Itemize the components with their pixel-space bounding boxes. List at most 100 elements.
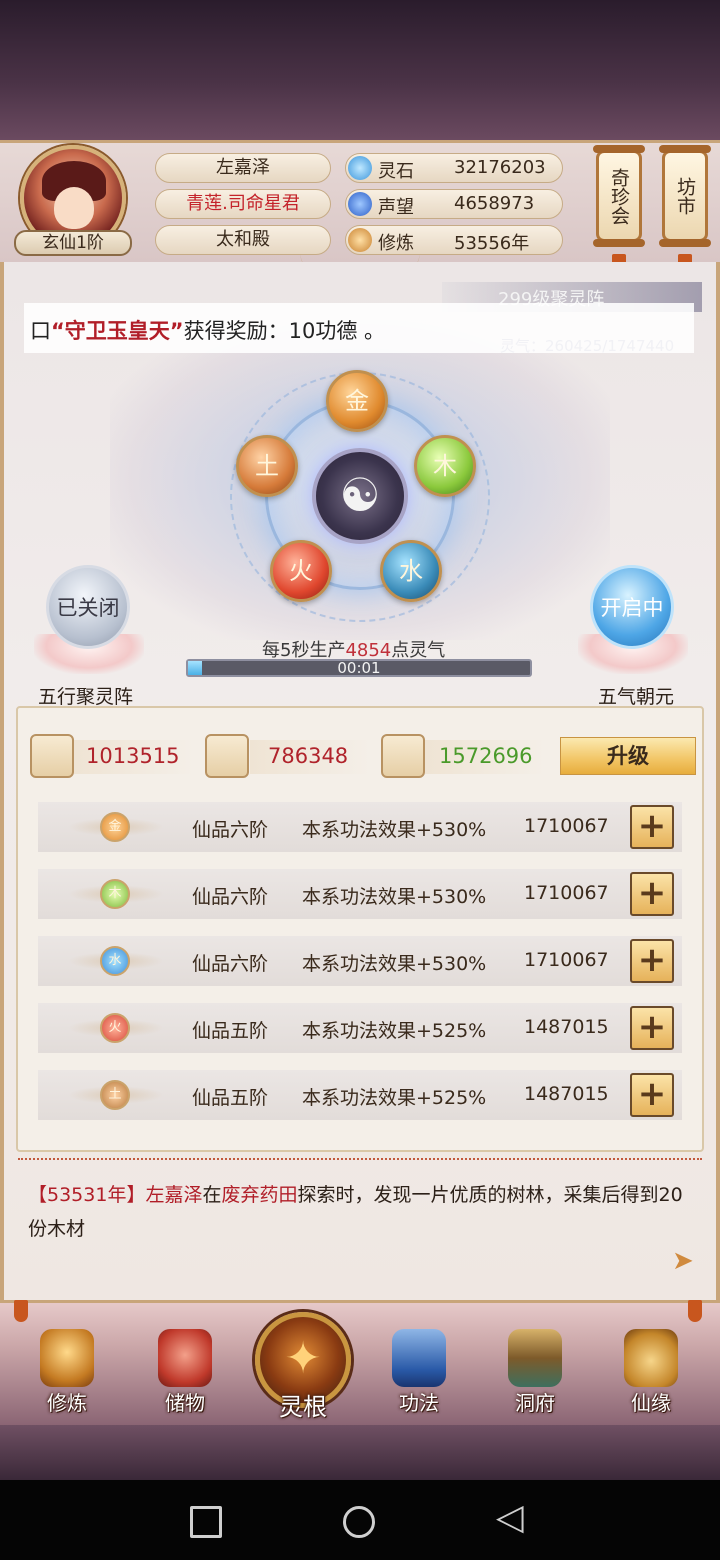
cave-dwelling-icon [508,1329,562,1387]
market-button[interactable]: 坊市 [659,145,711,247]
avatar-face [54,187,94,229]
upgrade-wood-button[interactable]: + [630,872,674,916]
production-progress-bar: 00:01 [186,659,532,677]
recent-apps-button[interactable] [190,1506,222,1538]
nav-cave[interactable]: 洞府 [490,1325,580,1415]
fire-element-icon: 火 [100,1013,130,1043]
tassel-ornament [688,1300,702,1322]
player-location: 太和殿 [155,225,331,255]
element-grade: 仙品五阶 [192,1087,269,1109]
resource-label: 灵石 [378,161,414,182]
top-band [0,0,720,140]
tassel-ornament [14,1300,28,1322]
scroll-material-icon [30,734,74,778]
event-log: 【53531年】左嘉泽在废弃药田探索时，发现一片优质的树林，采集后得到20份木材 [28,1178,698,1246]
fortune-gourd-icon [624,1329,678,1387]
log-connector: 在 [202,1184,222,1206]
upgrade-earth-button[interactable]: + [630,1073,674,1117]
nav-spirit-root[interactable]: 灵根 [258,1325,348,1421]
earth-orb[interactable]: 土 [236,435,298,497]
resource-label: 声望 [378,197,414,218]
upgrade-metal-button[interactable]: + [630,805,674,849]
nav-label: 灵根 [279,1393,327,1421]
wuqi-array-toggle[interactable]: 开启中 [590,565,674,649]
element-grade: 仙品六阶 [192,886,269,908]
resource-cultivation: 修炼 53556年 [345,225,563,255]
production-amount: 4854 [345,640,392,661]
resource-spirit-stone: 灵石 32176203 [345,153,563,183]
log-place: 废弃药田 [221,1184,298,1206]
water-orb[interactable]: 水 [380,540,442,602]
reputation-icon [348,192,372,216]
news-highlight: “守卫玉皇天” [51,319,184,343]
upgrade-water-button[interactable]: + [630,939,674,983]
upgrade-button[interactable]: 升级 [560,737,696,775]
nav-cultivate[interactable]: 修炼 [22,1325,112,1415]
element-row-wood: 木 仙品六阶 本系功法效果+530% 1710067 + [38,869,682,919]
element-cost: 1487015 [524,1083,609,1105]
material-scroll-count: 1013515 [86,744,180,768]
spirit-stone-icon [348,156,372,180]
home-button[interactable] [343,1506,375,1538]
production-timer: 00:01 [337,659,381,677]
technique-book-icon [392,1329,446,1387]
nav-storage[interactable]: 储物 [140,1325,230,1415]
cultivate-icon [40,1329,94,1387]
herb-material-icon [381,734,425,778]
fire-orb[interactable]: 火 [270,540,332,602]
taiji-center-icon[interactable]: ☯ [312,448,408,544]
player-name: 左嘉泽 [155,153,331,183]
wood-element-icon: 木 [100,879,130,909]
news-body: 获得奖励：10功德 。 [183,319,386,343]
element-cost: 1487015 [524,1016,609,1038]
element-grade: 仙品五阶 [192,1020,269,1042]
metal-orb[interactable]: 金 [326,370,388,432]
element-row-fire: 火 仙品五阶 本系功法效果+525% 1487015 + [38,1003,682,1053]
water-element-icon: 水 [100,946,130,976]
nav-label: 储物 [165,1391,205,1415]
news-text: 口“守卫玉皇天”获得奖励：10功德 。 [30,315,385,345]
wood-material-icon [205,734,249,778]
nav-technique[interactable]: 功法 [374,1325,464,1415]
production-prefix: 每5秒生产 [262,640,346,661]
storage-bag-icon [158,1329,212,1387]
element-effect: 本系功法效果+530% [302,953,487,975]
element-row-earth: 土 仙品五阶 本系功法效果+525% 1487015 + [38,1070,682,1120]
log-year: 【53531年】 [28,1184,146,1206]
resource-label: 修炼 [378,233,414,254]
rank-tag: 玄仙1阶 [14,230,132,256]
element-row-metal: 金 仙品六阶 本系功法效果+530% 1710067 + [38,802,682,852]
resource-value: 4658973 [454,193,535,214]
player-title[interactable]: 青莲.司命星君 [155,189,331,219]
news-prefix: 口 [30,319,51,343]
element-row-water: 水 仙品六阶 本系功法效果+530% 1710067 + [38,936,682,986]
element-cost: 1710067 [524,949,609,971]
element-effect: 本系功法效果+525% [302,1020,487,1042]
element-effect: 本系功法效果+530% [302,819,487,841]
log-name: 左嘉泽 [145,1184,203,1206]
wuqi-array-label: 五气朝元 [598,686,675,708]
back-button[interactable]: ◁ [496,1500,532,1536]
wuxing-array-toggle[interactable]: 已关闭 [46,565,130,649]
meditation-icon [348,228,372,252]
production-suffix: 点灵气 [391,640,446,661]
earth-element-icon: 土 [100,1080,130,1110]
resource-value: 32176203 [454,157,546,178]
treasure-fair-button[interactable]: 奇珍会 [593,145,645,247]
upgrade-fire-button[interactable]: + [630,1006,674,1050]
wuxing-array-label: 五行聚灵阵 [38,686,134,708]
wood-orb[interactable]: 木 [414,435,476,497]
element-effect: 本系功法效果+530% [302,886,487,908]
nav-fortune[interactable]: 仙缘 [606,1325,696,1415]
nav-label: 功法 [399,1391,439,1415]
element-effect: 本系功法效果+525% [302,1087,487,1109]
bottom-band [0,1425,720,1480]
nav-label: 仙缘 [631,1391,671,1415]
divider-ornament [18,1158,702,1170]
material-herb-count: 1572696 [439,744,533,768]
lingqi-value: 灵气：260425/1747440 [500,337,675,355]
nav-label: 洞府 [515,1391,555,1415]
next-arrow-icon[interactable]: ➤ [672,1246,694,1276]
material-wood-count: 786348 [268,744,349,768]
resource-value: 53556年 [454,233,530,254]
